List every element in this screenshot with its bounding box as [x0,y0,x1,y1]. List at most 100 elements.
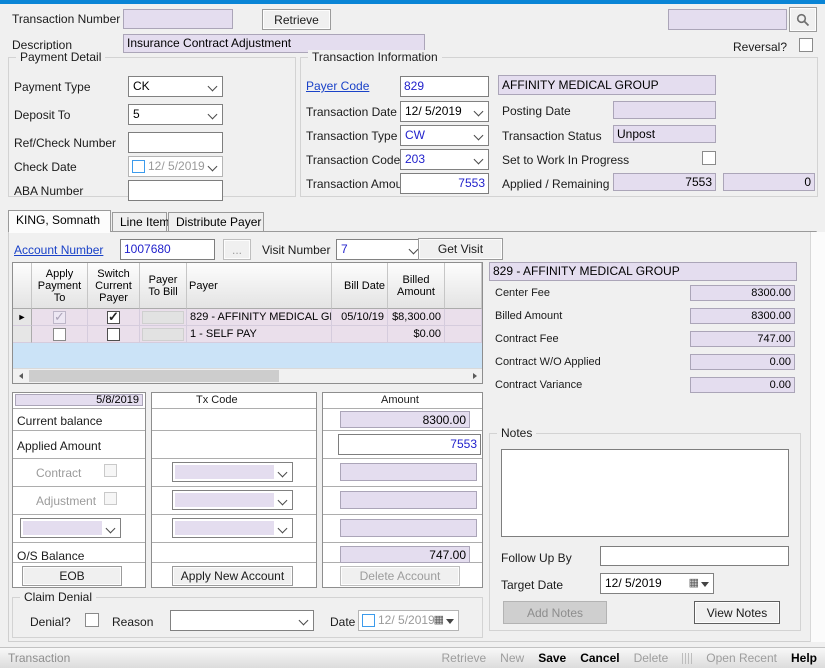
transaction-type-select[interactable]: CW [400,125,489,146]
applied-amount-input[interactable]: 7553 [338,434,481,455]
denial-checkbox[interactable] [85,613,99,627]
check-date-checkbox[interactable] [132,160,145,173]
transaction-info-title: Transaction Information [308,50,442,64]
transaction-code-select[interactable]: 203 [400,149,489,170]
payer-cell: 829 - AFFINITY MEDICAL GROUP [187,309,332,326]
wip-checkbox[interactable] [702,151,716,165]
contract-checkbox[interactable] [104,464,117,477]
scrollbar-thumb[interactable] [29,370,279,382]
payer-to-bill-cell[interactable] [140,326,187,343]
tab-patient[interactable]: KING, Somnath [8,210,111,232]
transaction-amount-input[interactable]: 7553 [400,173,489,194]
grid-horizontal-scrollbar[interactable] [13,368,482,383]
account-number-link[interactable]: Account Number [14,243,103,257]
switch-payer-checkbox[interactable] [107,311,120,324]
bill-date-cell: 05/10/19 [332,309,388,326]
extra-txcode-select[interactable] [172,518,293,538]
payer-to-bill-button [142,328,184,341]
row-selector-arrow-icon: ► [13,309,32,326]
add-notes-button[interactable]: Add Notes [503,601,607,624]
window-top-accent [0,0,825,4]
payer-name-field: AFFINITY MEDICAL GROUP [498,75,716,95]
view-notes-button[interactable]: View Notes [694,601,780,624]
transaction-date-picker[interactable]: 12/ 5/2019 [400,101,489,122]
retrieve-button[interactable]: Retrieve [262,9,331,30]
account-browse-button[interactable]: ... [223,239,251,260]
search-button[interactable] [789,7,817,32]
follow-up-by-input[interactable] [600,546,789,566]
transaction-type-label: Transaction Type [306,129,397,143]
payer-to-bill-cell[interactable] [140,309,187,326]
payer-code-input[interactable]: 829 [400,76,489,97]
applied-remaining-label: Applied / Remaining [502,177,609,191]
adjustment-checkbox[interactable] [104,492,117,505]
statusbar-help[interactable]: Help [791,651,817,665]
grid-col-billed-amount: Billed Amount [388,263,445,309]
target-date-picker[interactable]: 12/ 5/2019 ▦ [600,573,714,594]
notes-title: Notes [497,426,536,440]
delete-account-button[interactable]: Delete Account [340,566,460,586]
grid-col-payer-to-bill: Payer To Bill [140,263,187,309]
scroll-right-icon[interactable] [467,369,482,383]
check-date-picker[interactable]: 12/ 5/2019 [128,156,223,177]
statusbar-open-recent[interactable]: Open Recent [706,651,777,665]
visit-number-select[interactable]: 7 [336,239,424,260]
tab-line-item[interactable]: Line Item [112,212,167,232]
tab-distribute-payer[interactable]: Distribute Payer [168,212,264,232]
chevron-down-icon [474,107,484,117]
statusbar-delete[interactable]: Delete [634,651,669,665]
follow-up-by-label: Follow Up By [501,551,572,565]
apply-new-account-button[interactable]: Apply New Account [172,566,293,586]
deposit-to-select[interactable]: 5 [128,104,223,125]
chevron-down-icon [208,162,218,172]
calendar-icon: ▦ [689,578,699,589]
payer-to-bill-button [142,311,184,324]
center-fee-label: Center Fee [495,287,550,299]
chevron-down-icon [208,110,218,120]
adjustment-txcode-select[interactable] [172,490,293,510]
get-visit-button[interactable]: Get Visit [418,238,503,260]
payer-cell: 1 - SELF PAY [187,326,332,343]
search-field[interactable] [668,9,787,30]
grid-col-apply: Apply Payment To [32,263,88,309]
denial-date-picker[interactable]: 12/ 5/2019 ▦ [358,610,459,631]
scroll-left-icon[interactable] [13,369,28,383]
status-bar: Transaction Retrieve New Save Cancel Del… [0,647,825,668]
dropdown-arrow-icon [446,619,454,624]
switch-payer-checkbox[interactable] [107,328,120,341]
statusbar-new[interactable]: New [500,651,524,665]
grid-col-bill-date: Bill Date [332,263,388,309]
denial-reason-select[interactable] [170,610,314,631]
contract-amount-field [340,463,477,481]
apply-payment-checkbox[interactable] [53,328,66,341]
transaction-number-field[interactable] [123,9,233,29]
denial-date-checkbox[interactable] [362,614,375,627]
contract-label: Contract [36,466,81,480]
extra-type-select[interactable] [20,518,121,538]
payer-code-link[interactable]: Payer Code [306,79,369,93]
apply-payment-checkbox[interactable] [53,311,66,324]
payment-type-select[interactable]: CK [128,76,223,97]
account-number-input[interactable]: 1007680 [120,239,215,260]
grid-row-2[interactable]: 1 - SELF PAY $0.00 [13,326,482,343]
adjustment-amount-field [340,491,477,509]
statusbar-cancel[interactable]: Cancel [580,651,619,665]
contract-wo-applied-value: 0.00 [690,354,795,370]
payment-type-label: Payment Type [14,80,91,94]
reason-label: Reason [112,615,153,629]
current-balance-label: Current balance [17,414,102,428]
statusbar-save[interactable]: Save [538,651,566,665]
ref-check-number-input[interactable] [128,132,223,153]
tx-code-header: Tx Code [196,394,238,406]
grid-row-1[interactable]: ► 829 - AFFINITY MEDICAL GROUP 05/10/19 … [13,309,482,326]
contract-txcode-select[interactable] [172,462,293,482]
statusbar-retrieve[interactable]: Retrieve [441,651,486,665]
reversal-checkbox[interactable] [799,38,813,52]
eob-button[interactable]: EOB [22,566,122,586]
payment-detail-title: Payment Detail [16,50,105,64]
extra-amount-field [340,519,477,537]
grid-col-switch: Switch Current Payer [88,263,140,309]
aba-number-input[interactable] [128,180,223,201]
notes-textarea[interactable] [501,449,789,537]
grid-selector-header [13,263,32,309]
